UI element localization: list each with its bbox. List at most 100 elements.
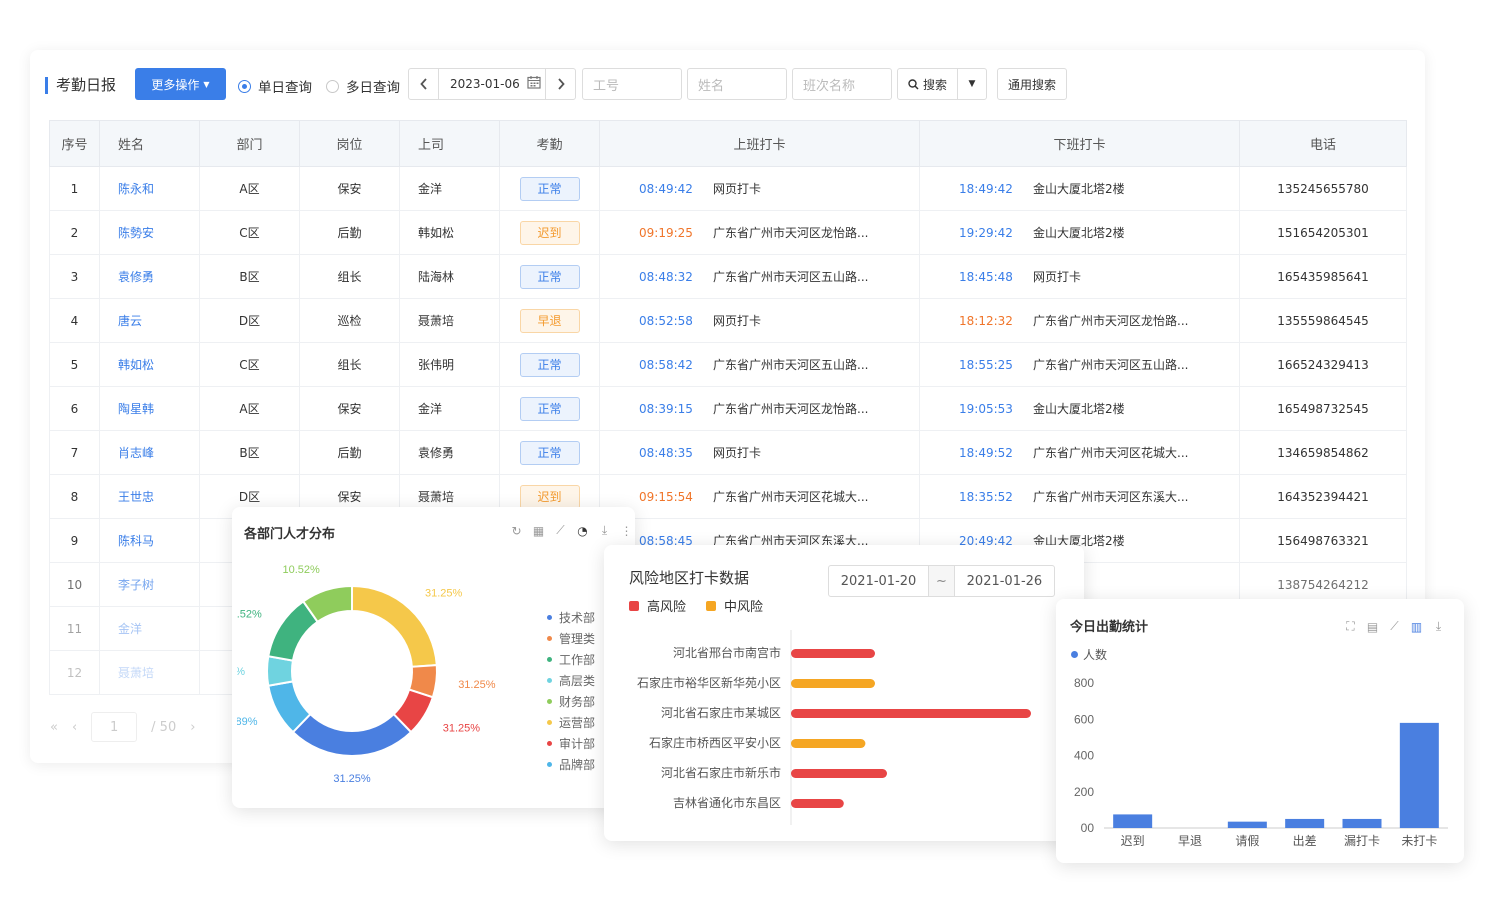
cell-status: 正常: [499, 254, 600, 299]
employee-name-link[interactable]: 陈勢安: [118, 226, 154, 240]
employee-name-link[interactable]: 袁修勇: [118, 270, 154, 284]
legend-item[interactable]: 审计部: [547, 733, 595, 754]
risk-bar[interactable]: [791, 649, 875, 658]
cell-phone: 165435985641: [1239, 254, 1407, 299]
cell-dept: B区: [199, 430, 300, 475]
table-row[interactable]: 6 陶星韩 A区 保安 金洋 正常 08:39:15 广东省广州市天河区龙怡路... 19:05…: [49, 386, 1407, 431]
radio-checked-icon: [238, 79, 251, 93]
radio-single-day[interactable]: 单日查询: [238, 76, 312, 96]
prev-page-icon[interactable]: ‹: [72, 720, 77, 735]
risk-date-to[interactable]: 2021-01-26: [955, 566, 1054, 596]
risk-bar[interactable]: [791, 769, 887, 778]
attendance-bar[interactable]: [1399, 722, 1439, 828]
risk-date-from[interactable]: 2021-01-20: [829, 566, 928, 596]
donut-legend: 技术部 管理类工作部高层类 财务部 运营部 审计部 品牌部: [547, 607, 595, 775]
name-input[interactable]: 姓名: [687, 68, 787, 100]
attendance-bar[interactable]: [1227, 821, 1267, 828]
y-tick-label: 400: [1074, 749, 1094, 763]
calendar-icon[interactable]: [527, 75, 545, 93]
table-row[interactable]: 1 陈永和 A区 保安 金洋 正常 08:49:42 网页打卡 18:49:42 金山大厦北塔2楼…: [49, 166, 1407, 211]
punch-time: 18:55:25: [959, 357, 1013, 372]
search-button[interactable]: 搜索: [898, 69, 958, 99]
donut-slice[interactable]: [291, 712, 413, 757]
table-row[interactable]: 4 唐云 D区 巡检 聂萧培 早退 08:52:58 网页打卡 18:12:32 广东省广州市天河…: [49, 298, 1407, 343]
employee-name-link[interactable]: 王世忠: [118, 490, 154, 504]
risk-bar[interactable]: [791, 739, 866, 748]
attendance-bar[interactable]: [1285, 818, 1325, 828]
employee-name-link[interactable]: 肖志峰: [118, 446, 154, 460]
next-page-icon[interactable]: ›: [190, 720, 195, 735]
bar-chart-icon[interactable]: ▥: [1410, 620, 1423, 634]
search-dropdown-caret[interactable]: ▼: [958, 69, 986, 99]
first-page-icon[interactable]: «: [50, 720, 58, 735]
chevron-right-icon[interactable]: [545, 69, 575, 99]
refresh-icon[interactable]: ↻: [510, 524, 523, 538]
more-vertical-icon[interactable]: ⋮: [620, 524, 633, 538]
employee-name-link[interactable]: 陈永和: [118, 182, 154, 196]
date-value[interactable]: 2023-01-06: [439, 77, 527, 91]
cell-phone: 156498763321: [1239, 518, 1407, 563]
legend-item[interactable]: 管理类: [547, 628, 595, 649]
pie-chart-icon[interactable]: ◔: [576, 524, 589, 538]
shift-name-input[interactable]: 班次名称: [792, 68, 892, 100]
chevron-left-icon[interactable]: [409, 69, 439, 99]
legend-item[interactable]: 运营部: [547, 712, 595, 733]
employee-id-input[interactable]: 工号: [582, 68, 682, 100]
punch-location: 网页打卡: [713, 314, 762, 328]
employee-name-link[interactable]: 李子树: [118, 578, 154, 592]
cell-clock-out: 18:49:52 广东省广州市天河区花城大...: [919, 430, 1240, 475]
page-input[interactable]: 1: [91, 712, 138, 742]
fullscreen-icon[interactable]: ⛶: [1344, 619, 1357, 633]
legend-item[interactable]: 工作部: [547, 649, 595, 670]
employee-name-link[interactable]: 陶星韩: [118, 402, 154, 416]
cell-clock-out: 19:05:53 金山大厦北塔2楼: [919, 386, 1240, 431]
employee-name-link[interactable]: 韩如松: [118, 358, 154, 372]
legend-dot: [547, 636, 552, 641]
download-icon[interactable]: ⤓: [598, 523, 611, 537]
cell-index: 4: [49, 298, 100, 343]
legend-dot: [547, 615, 552, 620]
risk-bar[interactable]: [791, 799, 844, 808]
general-search-button[interactable]: 通用搜索: [997, 68, 1067, 100]
attendance-bar[interactable]: [1342, 818, 1382, 828]
line-chart-icon[interactable]: ⟋: [1388, 619, 1401, 633]
table-row[interactable]: 2 陈勢安 C区 后勤 韩如松 迟到 09:19:25 广东省广州市天河区龙怡路... 19:2…: [49, 210, 1407, 255]
table-row[interactable]: 5 韩如松 C区 组长 张伟明 正常 08:58:42 广东省广州市天河区五山路... 18:5…: [49, 342, 1407, 387]
line-chart-icon[interactable]: ⟋: [554, 523, 567, 537]
legend-item[interactable]: 高层类: [547, 670, 595, 691]
punch-location: 广东省广州市天河区五山路...: [713, 358, 869, 372]
cell-name: 王世忠: [99, 474, 200, 519]
table-row[interactable]: 3 袁修勇 B区 组长 陆海林 正常 08:48:32 广东省广州市天河区五山路... 18:4…: [49, 254, 1407, 299]
risk-bar[interactable]: [791, 679, 875, 688]
employee-name-link[interactable]: 陈科马: [118, 534, 154, 548]
legend-label: 工作部: [559, 653, 596, 667]
y-tick-label: 00: [1081, 821, 1095, 835]
radio-multi-day[interactable]: 多日查询: [326, 76, 400, 96]
cell-name: 金洋: [99, 606, 200, 651]
cell-boss: 聂萧培: [399, 298, 500, 343]
cell-clock-in-content: 08:39:15 广东省广州市天河区龙怡路...: [601, 400, 919, 417]
employee-name-link[interactable]: 金洋: [118, 622, 142, 636]
cell-clock-in: 09:19:25 广东省广州市天河区龙怡路...: [599, 210, 920, 255]
data-view-icon[interactable]: ▤: [1366, 620, 1379, 634]
risk-date-range[interactable]: 2021-01-20 ~ 2021-01-26: [828, 565, 1055, 597]
legend-item[interactable]: 财务部: [547, 691, 595, 712]
legend-dot: [547, 678, 552, 683]
table-row[interactable]: 7 肖志峰 B区 后勤 袁修勇 正常 08:48:35 网页打卡 18:49:52 广东省广州市天…: [49, 430, 1407, 475]
download-icon[interactable]: ⤓: [1432, 619, 1445, 633]
attendance-bar[interactable]: [1113, 814, 1153, 828]
cell-clock-out: 18:55:25 广东省广州市天河区五山路...: [919, 342, 1240, 387]
cell-index: 2: [49, 210, 100, 255]
data-view-icon[interactable]: ▦: [532, 524, 545, 538]
more-actions-button[interactable]: 更多操作 ▼: [135, 68, 226, 100]
employee-name-link[interactable]: 唐云: [118, 314, 142, 328]
risk-bar[interactable]: [791, 709, 1031, 718]
category-label: 石家庄市裕华区新华苑小区: [637, 675, 781, 690]
legend-item[interactable]: 技术部: [547, 607, 595, 628]
legend-item[interactable]: 品牌部: [547, 754, 595, 775]
cell-clock-out: 18:45:48 网页打卡: [919, 254, 1240, 299]
category-label: 吉林省通化市东昌区: [673, 795, 781, 810]
employee-name-link[interactable]: 聂萧培: [118, 666, 154, 680]
cell-index: 10: [49, 562, 100, 607]
radio-multi-label: 多日查询: [346, 80, 400, 96]
